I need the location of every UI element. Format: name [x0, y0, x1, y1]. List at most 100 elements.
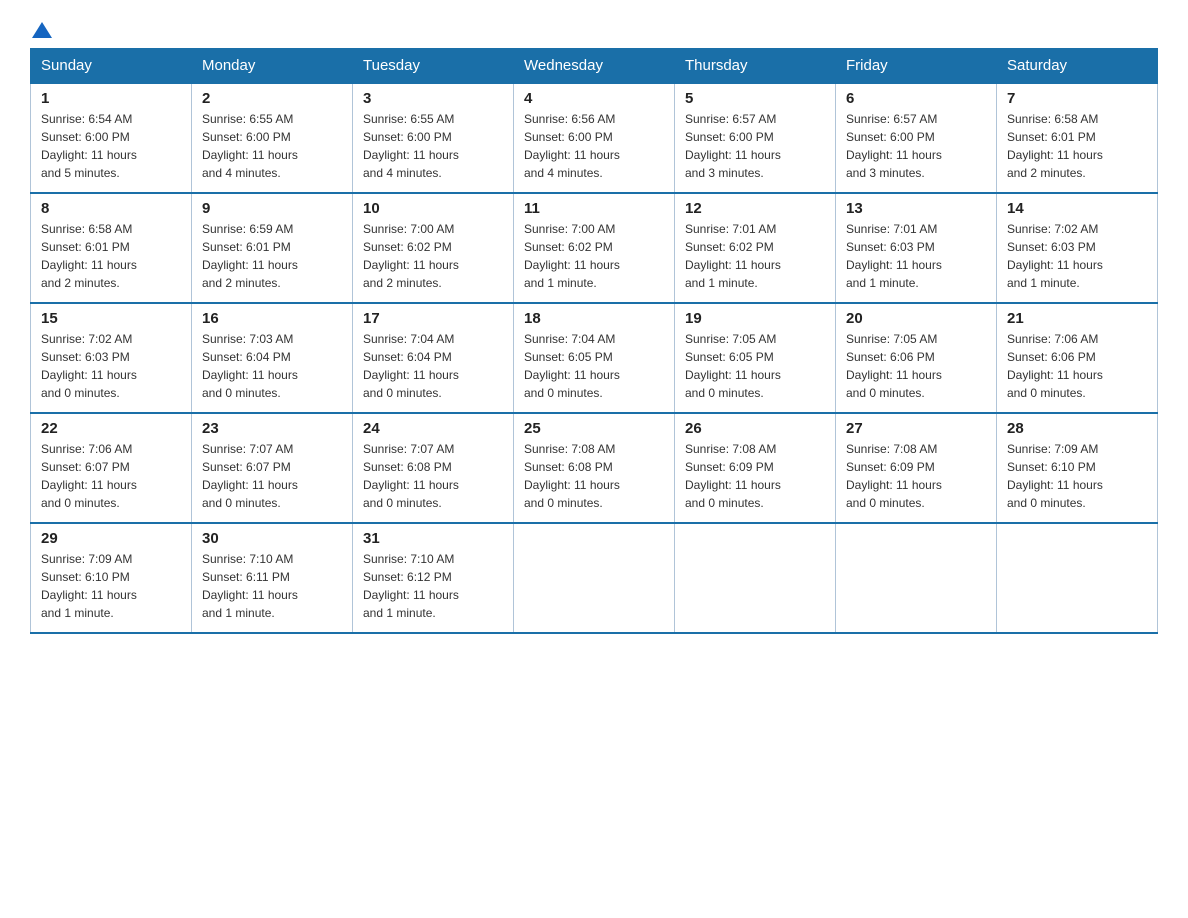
calendar-week-row: 15 Sunrise: 7:02 AMSunset: 6:03 PMDaylig… — [31, 303, 1158, 413]
day-of-week-header: Wednesday — [514, 49, 675, 84]
day-of-week-header: Monday — [192, 49, 353, 84]
calendar-cell: 5 Sunrise: 6:57 AMSunset: 6:00 PMDayligh… — [675, 83, 836, 193]
day-info: Sunrise: 6:58 AMSunset: 6:01 PMDaylight:… — [41, 220, 181, 292]
day-info: Sunrise: 7:08 AMSunset: 6:09 PMDaylight:… — [685, 440, 825, 512]
calendar-cell: 28 Sunrise: 7:09 AMSunset: 6:10 PMDaylig… — [997, 413, 1158, 523]
day-number: 20 — [846, 310, 986, 327]
day-info: Sunrise: 7:05 AMSunset: 6:06 PMDaylight:… — [846, 330, 986, 402]
day-info: Sunrise: 7:09 AMSunset: 6:10 PMDaylight:… — [41, 550, 181, 622]
calendar-week-row: 1 Sunrise: 6:54 AMSunset: 6:00 PMDayligh… — [31, 83, 1158, 193]
day-number: 21 — [1007, 310, 1147, 327]
day-number: 25 — [524, 420, 664, 437]
calendar-cell: 8 Sunrise: 6:58 AMSunset: 6:01 PMDayligh… — [31, 193, 192, 303]
day-number: 28 — [1007, 420, 1147, 437]
day-number: 12 — [685, 200, 825, 217]
calendar-cell: 30 Sunrise: 7:10 AMSunset: 6:11 PMDaylig… — [192, 523, 353, 633]
calendar-cell: 11 Sunrise: 7:00 AMSunset: 6:02 PMDaylig… — [514, 193, 675, 303]
day-info: Sunrise: 7:07 AMSunset: 6:07 PMDaylight:… — [202, 440, 342, 512]
logo-content — [30, 20, 52, 38]
calendar-cell: 31 Sunrise: 7:10 AMSunset: 6:12 PMDaylig… — [353, 523, 514, 633]
calendar-cell: 17 Sunrise: 7:04 AMSunset: 6:04 PMDaylig… — [353, 303, 514, 413]
calendar-cell: 13 Sunrise: 7:01 AMSunset: 6:03 PMDaylig… — [836, 193, 997, 303]
day-info: Sunrise: 7:05 AMSunset: 6:05 PMDaylight:… — [685, 330, 825, 402]
day-info: Sunrise: 7:10 AMSunset: 6:11 PMDaylight:… — [202, 550, 342, 622]
calendar-cell: 26 Sunrise: 7:08 AMSunset: 6:09 PMDaylig… — [675, 413, 836, 523]
calendar-cell: 18 Sunrise: 7:04 AMSunset: 6:05 PMDaylig… — [514, 303, 675, 413]
calendar-cell: 1 Sunrise: 6:54 AMSunset: 6:00 PMDayligh… — [31, 83, 192, 193]
day-info: Sunrise: 7:01 AMSunset: 6:03 PMDaylight:… — [846, 220, 986, 292]
calendar-cell: 6 Sunrise: 6:57 AMSunset: 6:00 PMDayligh… — [836, 83, 997, 193]
day-number: 30 — [202, 530, 342, 547]
day-info: Sunrise: 7:10 AMSunset: 6:12 PMDaylight:… — [363, 550, 503, 622]
day-number: 23 — [202, 420, 342, 437]
calendar-cell: 29 Sunrise: 7:09 AMSunset: 6:10 PMDaylig… — [31, 523, 192, 633]
calendar-cell: 12 Sunrise: 7:01 AMSunset: 6:02 PMDaylig… — [675, 193, 836, 303]
day-number: 27 — [846, 420, 986, 437]
calendar-cell: 25 Sunrise: 7:08 AMSunset: 6:08 PMDaylig… — [514, 413, 675, 523]
calendar-cell: 19 Sunrise: 7:05 AMSunset: 6:05 PMDaylig… — [675, 303, 836, 413]
day-number: 22 — [41, 420, 181, 437]
calendar-header-row: SundayMondayTuesdayWednesdayThursdayFrid… — [31, 49, 1158, 84]
day-info: Sunrise: 7:06 AMSunset: 6:06 PMDaylight:… — [1007, 330, 1147, 402]
calendar-week-row: 8 Sunrise: 6:58 AMSunset: 6:01 PMDayligh… — [31, 193, 1158, 303]
day-number: 5 — [685, 90, 825, 107]
calendar-cell: 16 Sunrise: 7:03 AMSunset: 6:04 PMDaylig… — [192, 303, 353, 413]
day-number: 24 — [363, 420, 503, 437]
logo-triangle-up — [32, 22, 52, 38]
day-info: Sunrise: 7:06 AMSunset: 6:07 PMDaylight:… — [41, 440, 181, 512]
calendar-cell: 22 Sunrise: 7:06 AMSunset: 6:07 PMDaylig… — [31, 413, 192, 523]
day-number: 3 — [363, 90, 503, 107]
day-info: Sunrise: 6:55 AMSunset: 6:00 PMDaylight:… — [363, 110, 503, 182]
day-number: 14 — [1007, 200, 1147, 217]
day-info: Sunrise: 7:04 AMSunset: 6:04 PMDaylight:… — [363, 330, 503, 402]
calendar-cell: 27 Sunrise: 7:08 AMSunset: 6:09 PMDaylig… — [836, 413, 997, 523]
day-of-week-header: Tuesday — [353, 49, 514, 84]
day-info: Sunrise: 7:00 AMSunset: 6:02 PMDaylight:… — [524, 220, 664, 292]
day-info: Sunrise: 6:59 AMSunset: 6:01 PMDaylight:… — [202, 220, 342, 292]
day-number: 15 — [41, 310, 181, 327]
calendar-cell: 21 Sunrise: 7:06 AMSunset: 6:06 PMDaylig… — [997, 303, 1158, 413]
calendar-cell: 14 Sunrise: 7:02 AMSunset: 6:03 PMDaylig… — [997, 193, 1158, 303]
day-number: 10 — [363, 200, 503, 217]
page-header — [30, 20, 1158, 38]
calendar-cell — [675, 523, 836, 633]
day-number: 19 — [685, 310, 825, 327]
day-number: 9 — [202, 200, 342, 217]
day-info: Sunrise: 7:04 AMSunset: 6:05 PMDaylight:… — [524, 330, 664, 402]
day-of-week-header: Thursday — [675, 49, 836, 84]
day-info: Sunrise: 6:57 AMSunset: 6:00 PMDaylight:… — [685, 110, 825, 182]
day-info: Sunrise: 7:00 AMSunset: 6:02 PMDaylight:… — [363, 220, 503, 292]
day-of-week-header: Sunday — [31, 49, 192, 84]
day-info: Sunrise: 7:08 AMSunset: 6:09 PMDaylight:… — [846, 440, 986, 512]
day-number: 1 — [41, 90, 181, 107]
calendar-cell: 24 Sunrise: 7:07 AMSunset: 6:08 PMDaylig… — [353, 413, 514, 523]
day-number: 4 — [524, 90, 664, 107]
calendar-cell: 23 Sunrise: 7:07 AMSunset: 6:07 PMDaylig… — [192, 413, 353, 523]
day-info: Sunrise: 7:09 AMSunset: 6:10 PMDaylight:… — [1007, 440, 1147, 512]
day-number: 31 — [363, 530, 503, 547]
day-number: 18 — [524, 310, 664, 327]
day-number: 29 — [41, 530, 181, 547]
day-number: 17 — [363, 310, 503, 327]
calendar-cell — [836, 523, 997, 633]
day-number: 16 — [202, 310, 342, 327]
calendar-cell: 9 Sunrise: 6:59 AMSunset: 6:01 PMDayligh… — [192, 193, 353, 303]
calendar-cell: 15 Sunrise: 7:02 AMSunset: 6:03 PMDaylig… — [31, 303, 192, 413]
day-of-week-header: Friday — [836, 49, 997, 84]
calendar-week-row: 29 Sunrise: 7:09 AMSunset: 6:10 PMDaylig… — [31, 523, 1158, 633]
day-number: 6 — [846, 90, 986, 107]
day-info: Sunrise: 7:07 AMSunset: 6:08 PMDaylight:… — [363, 440, 503, 512]
calendar-table: SundayMondayTuesdayWednesdayThursdayFrid… — [30, 48, 1158, 634]
calendar-week-row: 22 Sunrise: 7:06 AMSunset: 6:07 PMDaylig… — [31, 413, 1158, 523]
calendar-cell: 10 Sunrise: 7:00 AMSunset: 6:02 PMDaylig… — [353, 193, 514, 303]
day-info: Sunrise: 7:01 AMSunset: 6:02 PMDaylight:… — [685, 220, 825, 292]
day-info: Sunrise: 6:57 AMSunset: 6:00 PMDaylight:… — [846, 110, 986, 182]
day-info: Sunrise: 6:56 AMSunset: 6:00 PMDaylight:… — [524, 110, 664, 182]
day-number: 13 — [846, 200, 986, 217]
day-number: 2 — [202, 90, 342, 107]
day-number: 7 — [1007, 90, 1147, 107]
calendar-cell: 20 Sunrise: 7:05 AMSunset: 6:06 PMDaylig… — [836, 303, 997, 413]
calendar-cell: 7 Sunrise: 6:58 AMSunset: 6:01 PMDayligh… — [997, 83, 1158, 193]
day-info: Sunrise: 7:02 AMSunset: 6:03 PMDaylight:… — [1007, 220, 1147, 292]
day-number: 8 — [41, 200, 181, 217]
